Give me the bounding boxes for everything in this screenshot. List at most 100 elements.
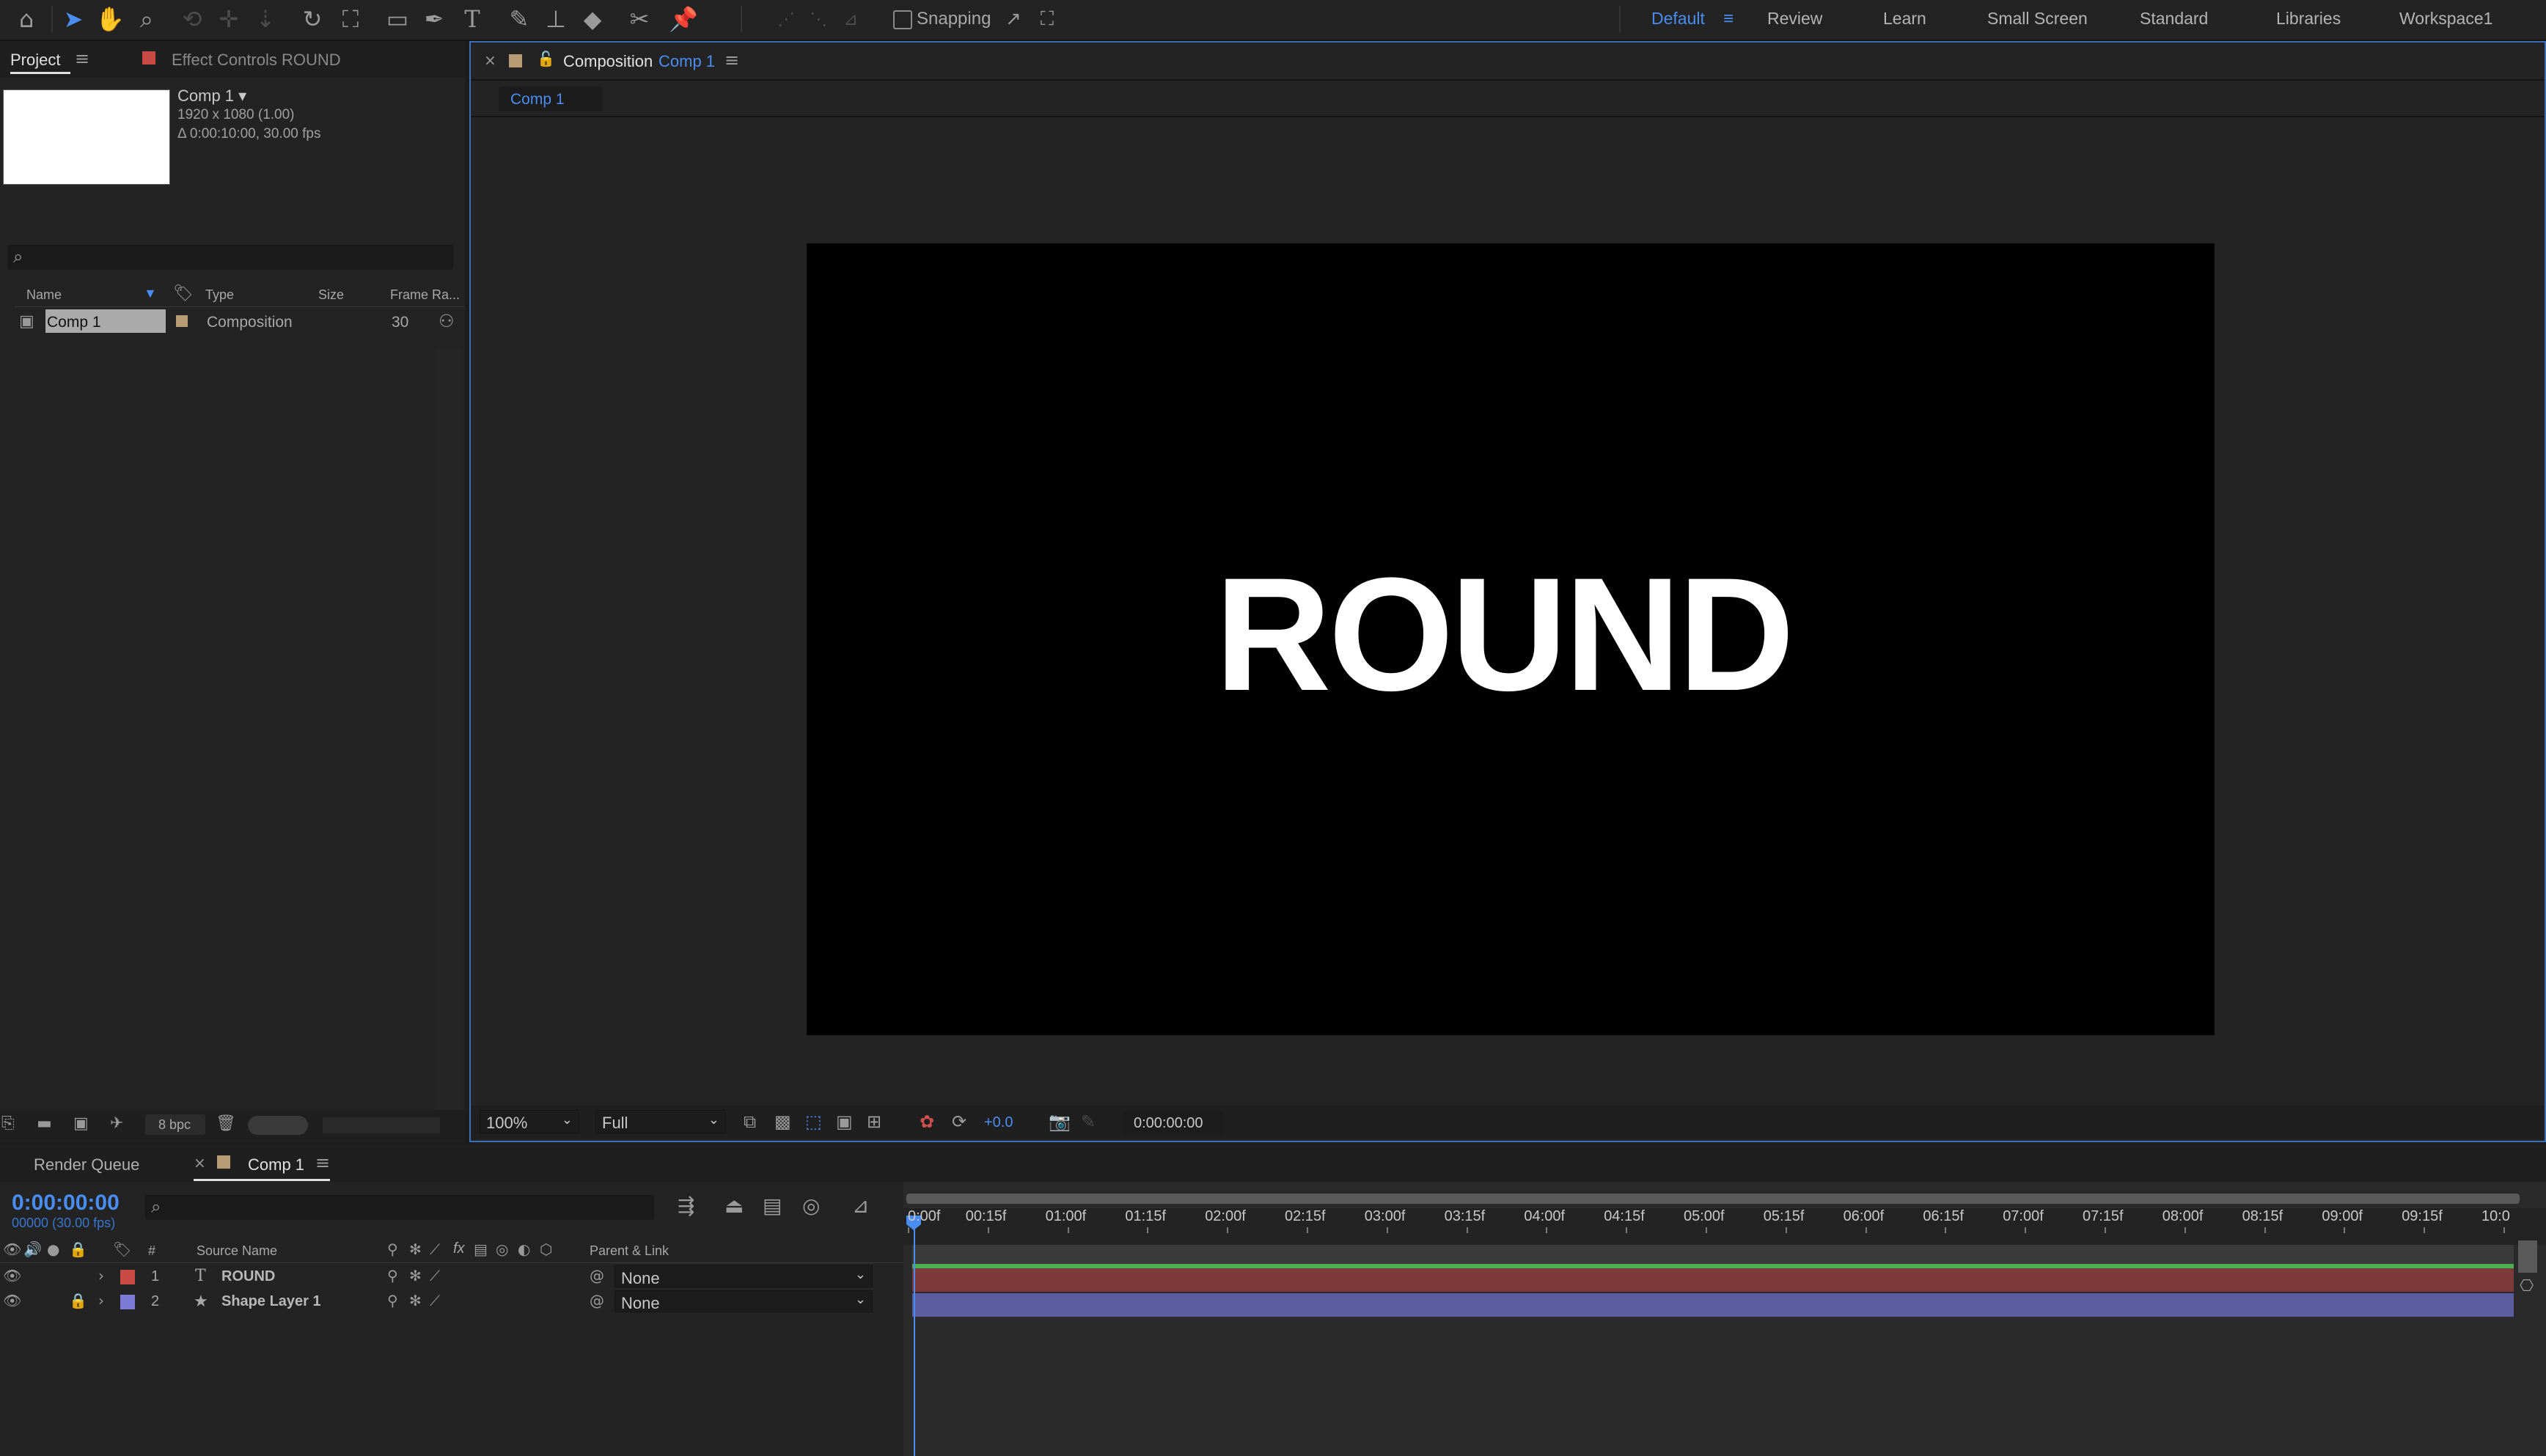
shy-switch-icon[interactable]: ⚲ [387,1267,398,1284]
workspace-menu-icon[interactable]: ≡ [1723,9,1734,29]
col-type[interactable]: Type [205,287,234,303]
exposure-value[interactable]: +0.0 [984,1114,1013,1131]
label-tag-icon[interactable]: 🏷 [173,284,194,303]
expand-chevron-icon[interactable]: › [98,1292,104,1309]
col-size[interactable]: Size [318,287,344,303]
expand-chevron-icon[interactable]: › [98,1267,104,1284]
project-horizontal-scrollbar[interactable] [323,1117,440,1133]
zoom-tool-icon[interactable]: ⌕ [131,3,163,35]
snap-features-icon[interactable]: ⛶ [1031,3,1063,35]
panel-menu-icon[interactable]: ≡ [724,50,739,70]
type-tool-icon[interactable]: T [456,3,488,35]
project-item-row[interactable]: ▣ Comp 1 Composition 30 ⚇ [15,309,465,333]
lock-icon[interactable]: 🔒 [69,1292,87,1309]
mask-visibility-icon[interactable]: ⬚ [805,1111,822,1132]
project-search-input[interactable]: ⌕ [7,245,453,270]
audio-icon[interactable]: 🔊 [23,1240,42,1258]
layer-name[interactable]: Shape Layer 1 [221,1293,321,1310]
zoom-dropdown[interactable]: 100% ⌄ [480,1110,579,1133]
eye-icon[interactable]: 👁 [3,1240,21,1258]
snap-edges-icon[interactable]: ↗ [997,3,1030,35]
snapping-checkbox[interactable] [893,10,912,29]
comp-canvas[interactable]: ROUND [807,243,2215,1035]
workspace-learn[interactable]: Learn [1883,9,1926,29]
project-item-name[interactable]: Comp 1 [47,314,101,331]
canvas-text-round[interactable]: ROUND [1215,542,1795,727]
visibility-eye-icon[interactable]: 👁 [3,1267,21,1284]
fx-switch-icon[interactable]: fx [453,1240,465,1257]
panel-menu-icon[interactable]: ≡ [75,48,89,69]
effect-controls-tab[interactable]: Effect Controls ROUND [172,51,341,70]
brush-tool-icon[interactable]: ✎ [503,3,535,35]
rectangle-tool-icon[interactable]: ▭ [381,3,414,35]
timeline-search-input[interactable]: ⌕ [145,1195,654,1220]
flowchart-icon[interactable]: ⚇ [439,311,455,331]
puppet-pin-tool-icon[interactable]: 📌 [667,3,700,35]
label-tag-icon[interactable]: 🏷 [113,1240,131,1258]
rotate-tool-icon[interactable]: ↻ [296,3,329,35]
project-tab[interactable]: Project [10,51,60,70]
comp-header-name[interactable]: Comp 1 [658,52,715,71]
time-navigator-bar[interactable] [906,1194,2520,1204]
workspace-small-screen[interactable]: Small Screen [1987,9,2088,29]
col-source-name[interactable]: Source Name [197,1243,277,1259]
col-frame-rate[interactable]: Frame Ra... [390,287,460,303]
sort-arrow-icon[interactable]: ▼ [144,286,157,301]
pick-whip-icon[interactable]: @ [590,1292,604,1309]
layer-color-swatch[interactable] [120,1295,135,1309]
playhead-line[interactable] [914,1224,915,1456]
visibility-eye-icon[interactable]: 👁 [3,1292,21,1309]
parent-dropdown[interactable]: None ⌄ [615,1290,873,1312]
3d-layer-switch-icon[interactable]: ⬡ [540,1240,552,1258]
render-queue-tab[interactable]: Render Queue [34,1155,139,1174]
thumbnail-size-slider[interactable] [248,1116,308,1135]
close-icon[interactable]: × [484,51,496,69]
parent-dropdown[interactable]: None ⌄ [615,1265,873,1287]
timeline-comp-tab[interactable]: Comp 1 [248,1155,304,1174]
layer-color-swatch[interactable] [120,1270,135,1284]
close-icon[interactable]: × [194,1154,206,1172]
hand-tool-icon[interactable]: ✋ [94,3,126,35]
quality-switch-icon[interactable]: ⟋ [430,1267,440,1284]
lock-icon[interactable]: 🔓 [537,50,555,67]
quality-switch-icon[interactable]: ⟋ [430,1240,440,1258]
grid-guides-icon[interactable]: ⊞ [867,1111,881,1132]
clone-stamp-tool-icon[interactable]: ⊥ [540,3,572,35]
roto-brush-tool-icon[interactable]: ✂ [623,3,656,35]
adjust-settings-icon[interactable]: ✈ [110,1114,123,1133]
home-icon[interactable]: ⌂ [10,3,43,35]
layer-bar-round[interactable] [912,1268,2514,1292]
motion-blur-switch-icon[interactable]: ◎ [496,1240,508,1258]
workspace-standard[interactable]: Standard [2140,9,2208,29]
lock-icon[interactable]: 🔒 [69,1240,87,1258]
draft-3d-icon[interactable]: ⏏ [724,1194,744,1218]
show-snapshot-icon[interactable]: ✎ [1081,1111,1096,1132]
layer-name[interactable]: ROUND [221,1268,275,1285]
snapshot-camera-icon[interactable]: 📷 [1049,1111,1071,1132]
time-zoom-slider[interactable] [2518,1240,2537,1273]
layer-bar-shape[interactable] [912,1293,2514,1317]
frame-blending-icon[interactable]: ▤ [763,1194,782,1218]
collapse-switch-icon[interactable]: ✻ [409,1240,422,1258]
interpret-footage-icon[interactable]: ⎘ [1,1114,15,1133]
solo-icon[interactable]: ● [47,1240,59,1258]
axis-icon[interactable]: ⋱ [802,3,834,35]
timeline-current-time[interactable]: 0:00:00:00 [12,1191,120,1216]
graph-editor-icon[interactable]: ⊿ [852,1194,869,1218]
eraser-tool-icon[interactable]: ◆ [576,3,609,35]
project-scrollbar[interactable] [436,349,462,1123]
label-color-swatch[interactable] [176,315,188,327]
shy-switch-icon[interactable]: ⚲ [387,1292,398,1309]
col-name[interactable]: Name [26,287,62,303]
bpc-button[interactable]: 8 bpc [145,1114,205,1135]
workspace-default[interactable]: Default [1651,9,1705,29]
layer-row[interactable]: 👁 › 1 T ROUND ⚲ ✻ ⟋ @ None ⌄ [0,1264,903,1289]
workspace-workspace1[interactable]: Workspace1 [2399,9,2492,29]
new-folder-icon[interactable]: ▬ [37,1114,52,1133]
collapse-switch-icon[interactable]: ✻ [409,1292,422,1309]
workspace-libraries[interactable]: Libraries [2276,9,2341,29]
composition-mini-flowchart-icon[interactable]: ⇶ [678,1194,694,1218]
shy-switch-icon[interactable]: ⚲ [387,1240,398,1258]
track-xy-tool-icon[interactable]: ✛ [213,3,245,35]
color-channels-icon[interactable]: ✿ [920,1111,934,1132]
